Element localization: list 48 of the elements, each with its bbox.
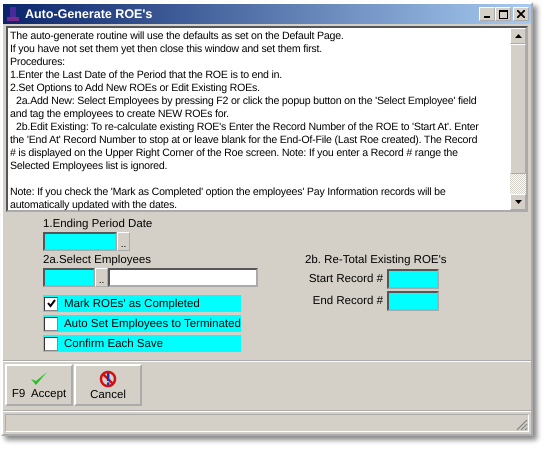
checkbox-option[interactable]: Auto Set Employees to Terminated [43,315,241,332]
maximize-icon [498,10,508,18]
memo-line: 2a.Add New: Select Employees by pressing F2 or click the popup button on the 'Select Employee' field [15,95,478,108]
memo-line: and tag the employees to create NEW ROEs for. [10,108,230,121]
section-label: 2b. Re-Total Existing ROE's [305,254,447,267]
memo-line: If you have not set them yet then close this window and set them first. [10,43,324,56]
memo-line: 2b.Edit Existing: To re-calculate existing ROE's Enter the Record Number of the ROE to 'Start At'. Enter [15,121,480,134]
popup-button[interactable]: .. [95,268,108,287]
scroll-thumb[interactable] [510,44,526,174]
checkmark-icon [30,370,48,386]
memo-line: # is displayed on the Upper Right Corner of the Roe screen. Note: If you enter a Record # range the [10,147,459,160]
window-title: Auto-Generate ROE's [25,7,154,21]
cancel-button[interactable]: Cancel [74,364,142,406]
scroll-up-icon[interactable] [514,34,522,38]
memo-line: Note: If you check the 'Mark as Completed' option the employees' Pay Information records will be [10,186,447,199]
maximize-button[interactable] [495,7,511,21]
scrollbar[interactable] [510,28,526,210]
checkbox-option[interactable]: Confirm Each Save [43,335,241,352]
checkbox[interactable] [44,336,58,350]
resize-grip-icon[interactable] [516,419,528,431]
memo-line: the 'End At' Record Number to stop at or leave blank for the End-Of-File (Last Roe created). The Record [10,134,478,147]
memo-line: The auto-generate routine will use the defaults as set on the Default Page. [10,30,345,43]
memo-line: 1.Enter the Last Date of the Period that the ROE is to end in. [10,69,284,82]
checkbox[interactable] [44,296,58,310]
memo-line: Selected Employees list is ignored. [10,160,168,173]
memo-line: Procedures: [10,56,66,69]
field-label: Start Record # [308,273,383,285]
checkbox-option[interactable]: Mark ROEs' as Completed [43,295,241,312]
instructions-memo[interactable] [6,26,528,212]
minimize-button[interactable] [479,7,495,21]
accept-button[interactable]: F9 Accept [5,364,73,406]
popup-button[interactable]: .. [117,232,130,251]
employee-name-field[interactable] [108,268,258,287]
field-label: 2a.Select Employees [43,254,152,267]
end-record-field[interactable] [387,291,439,311]
date-input-field[interactable] [43,232,117,251]
memo-line: 2.Set Options to Add New ROEs or Edit Existing ROEs. [10,82,261,95]
field-label: 1.Ending Period Date [43,218,152,231]
start-record-field[interactable] [387,269,439,289]
memo-line: automatically updated with the dates. [10,199,178,212]
checkbox[interactable] [44,316,58,330]
no-entry-icon [99,370,117,388]
close-icon [517,10,525,18]
scroll-down-icon[interactable] [514,200,522,204]
close-button[interactable] [513,7,529,21]
employee-input-field[interactable] [43,268,95,287]
field-label: End Record # [312,295,383,307]
app-icon [5,6,21,22]
